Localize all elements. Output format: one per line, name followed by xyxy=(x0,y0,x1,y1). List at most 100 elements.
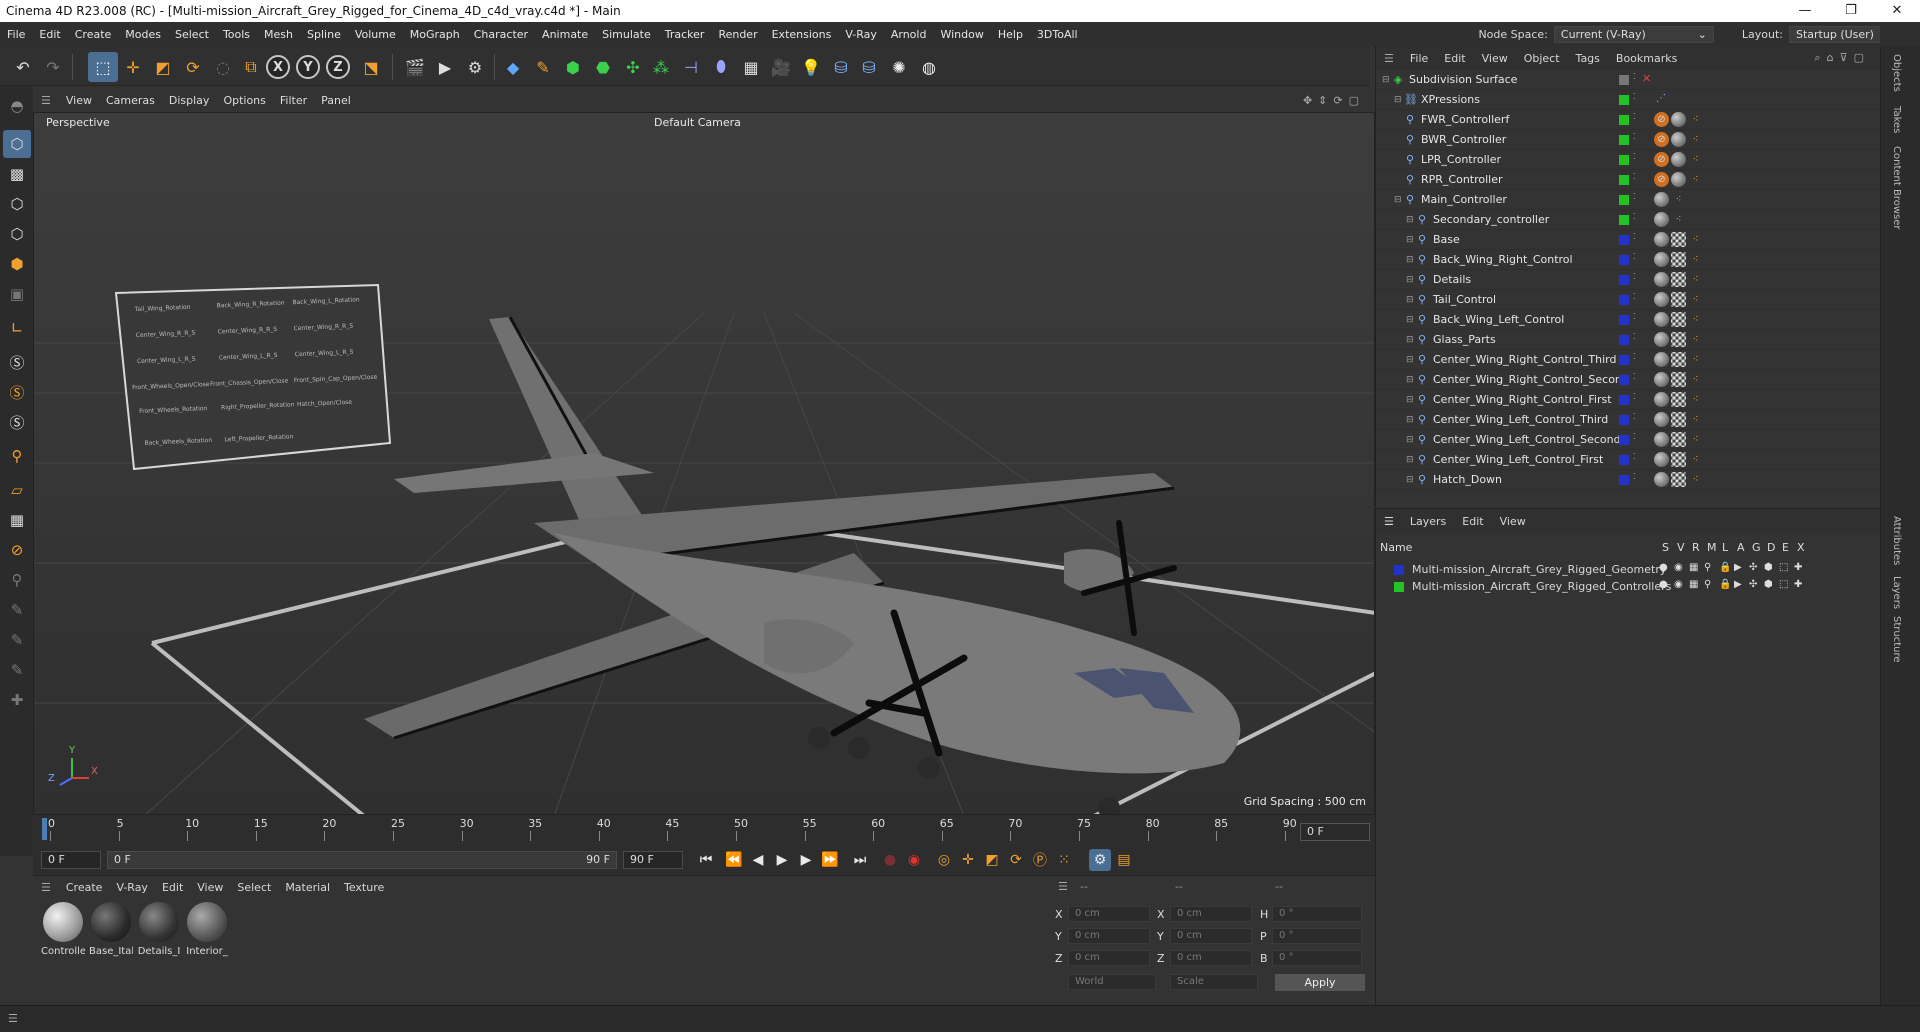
object-name[interactable]: FWR_Controllerf xyxy=(1421,113,1509,126)
texture-tag-icon[interactable] xyxy=(1671,372,1686,387)
key-point-level-icon[interactable]: ⁙ xyxy=(1053,849,1075,871)
rig-tag-icon[interactable]: ⁖ xyxy=(1688,112,1703,127)
menu-mesh[interactable]: Mesh xyxy=(257,28,300,41)
previous-frame-icon[interactable]: ◀ xyxy=(747,849,769,871)
quantize-icon[interactable]: Ⓢ xyxy=(3,408,31,436)
rig-tag-icon[interactable]: ⁖ xyxy=(1688,452,1703,467)
object-name[interactable]: Back_Wing_Left_Control xyxy=(1433,313,1564,326)
object-row[interactable]: ⊟ ⚲ Hatch_Down ⁚ ⁖ xyxy=(1376,470,1881,490)
viewport-navigation-icons[interactable]: ✥⇕⟳▢ xyxy=(1303,94,1365,107)
texture-tag-icon[interactable] xyxy=(1671,272,1686,287)
viewport-camera-name[interactable]: Default Camera xyxy=(654,116,741,129)
axis-z-lock-icon[interactable]: Z xyxy=(326,55,350,79)
generators-icon[interactable]: ✣ xyxy=(1749,579,1757,590)
globe-icon[interactable]: ◍ xyxy=(914,52,944,82)
xpresso-tag-icon[interactable]: ⋰ xyxy=(1656,93,1666,104)
expand-toggle-icon[interactable]: ⊟ xyxy=(1406,295,1416,305)
object-row[interactable]: ⊟ ⚲ Back_Wing_Left_Control ⁚ ⁖ xyxy=(1376,310,1881,330)
tab-objects[interactable]: Objects xyxy=(1891,54,1902,92)
menu-animate[interactable]: Animate xyxy=(535,28,595,41)
scale-tool-icon[interactable]: ◩ xyxy=(148,52,178,82)
python-script-2-icon[interactable]: ⛁ xyxy=(854,52,884,82)
layer-row[interactable]: Multi-mission_Aircraft_Grey_Rigged_Geome… xyxy=(1376,561,1881,578)
expand-toggle-icon[interactable]: ⊟ xyxy=(1394,95,1404,105)
object-name[interactable]: RPR_Controller xyxy=(1421,173,1503,186)
rotate-tool-icon[interactable]: ⟳ xyxy=(178,52,208,82)
material-tag-icon[interactable] xyxy=(1654,472,1669,487)
select-tool-icon[interactable]: ⬚ xyxy=(88,52,118,82)
tab-attributes[interactable]: Attributes xyxy=(1891,516,1902,565)
rig-tag-icon[interactable]: ⁖ xyxy=(1688,312,1703,327)
deformers-icon[interactable]: ⬢ xyxy=(1764,562,1773,573)
rig-tag-icon[interactable]: ⁖ xyxy=(1688,232,1703,247)
manager-icon[interactable]: ⚲ xyxy=(1704,579,1711,590)
object-name[interactable]: Center_Wing_Right_Control_First xyxy=(1433,393,1612,406)
layer-menu-layers[interactable]: Layers xyxy=(1402,515,1454,528)
position-y-field[interactable]: 0 cm xyxy=(1068,928,1150,944)
start-frame-field[interactable]: 0 F xyxy=(41,851,101,869)
next-key-icon[interactable]: ⏩ xyxy=(819,849,841,871)
menu-create[interactable]: Create xyxy=(68,28,119,41)
layer-color-swatch[interactable] xyxy=(1619,375,1629,385)
layer-color-swatch[interactable] xyxy=(1619,255,1629,265)
protection-tag-icon[interactable]: ⊘ xyxy=(1654,112,1669,127)
expand-toggle-icon[interactable]: ⊟ xyxy=(1406,435,1416,445)
redo-icon[interactable]: ↷ xyxy=(38,52,68,82)
keyframe-selection-icon[interactable]: ◎ xyxy=(933,849,955,871)
object-name[interactable]: BWR_Controller xyxy=(1421,133,1506,146)
node-space-dropdown[interactable]: Current (V-Ray) ⌄ xyxy=(1553,25,1714,43)
material-tag-icon[interactable] xyxy=(1671,132,1686,147)
material-tag-icon[interactable] xyxy=(1654,432,1669,447)
next-frame-icon[interactable]: ▶ xyxy=(795,849,817,871)
object-row[interactable]: ⊟ ⚲ Center_Wing_Right_Control_First ⁚ ⁖ xyxy=(1376,390,1881,410)
object-menu-tags[interactable]: Tags xyxy=(1568,52,1608,65)
rotation-p-field[interactable]: 0 ° xyxy=(1272,928,1362,944)
visibility-dots-icon[interactable]: ⁚ xyxy=(1633,253,1637,267)
layer-color-swatch[interactable] xyxy=(1619,175,1629,185)
material-tag-icon[interactable] xyxy=(1654,332,1669,347)
brush-icon[interactable]: ✎ xyxy=(3,596,31,624)
axis-x-lock-icon[interactable]: X xyxy=(266,55,290,79)
layer-color-swatch[interactable] xyxy=(1619,335,1629,345)
expressions-icon[interactable]: ⬚ xyxy=(1779,562,1788,573)
object-row[interactable]: ⊟ ⚲ Secondary_controller ⁚ ⁖ xyxy=(1376,210,1881,230)
menu-tracker[interactable]: Tracker xyxy=(658,28,712,41)
expand-toggle-icon[interactable]: ⊟ xyxy=(1406,355,1416,365)
rotation-h-field[interactable]: 0 ° xyxy=(1272,906,1362,922)
timeline-window-icon[interactable]: ▤ xyxy=(1113,849,1135,871)
render-settings-icon[interactable]: ⚙ xyxy=(460,52,490,82)
floor-environment-icon[interactable]: ▦ xyxy=(736,52,766,82)
expand-toggle-icon[interactable]: ⊟ xyxy=(1406,215,1416,225)
layer-color-swatch[interactable] xyxy=(1619,115,1629,125)
material-tag-icon[interactable] xyxy=(1654,192,1669,207)
protection-tag-icon[interactable]: ⊘ xyxy=(1654,172,1669,187)
field-icon[interactable]: ⬮ xyxy=(706,52,736,82)
expand-toggle-icon[interactable]: ⊟ xyxy=(1406,275,1416,285)
material-tag-icon[interactable] xyxy=(1671,172,1686,187)
size-z-field[interactable]: 0 cm xyxy=(1170,950,1252,966)
rig-tag-icon[interactable]: ⁖ xyxy=(1688,412,1703,427)
texture-tag-icon[interactable] xyxy=(1671,232,1686,247)
menu-simulate[interactable]: Simulate xyxy=(595,28,658,41)
expand-toggle-icon[interactable]: ⊟ xyxy=(1382,75,1392,85)
viewport-menu-options[interactable]: Options xyxy=(216,94,272,107)
render-view-icon[interactable]: 🎬 xyxy=(400,52,430,82)
object-name[interactable]: Base xyxy=(1433,233,1460,246)
visibility-dots-icon[interactable]: ⁚ xyxy=(1633,433,1637,447)
texture-tag-icon[interactable] xyxy=(1671,252,1686,267)
object-row[interactable]: ⚲ RPR_Controller ⁚ ⊘ ⁖ xyxy=(1376,170,1881,190)
rig-tag-icon[interactable]: ⁖ xyxy=(1688,172,1703,187)
uv-mode-icon[interactable]: ▣ xyxy=(3,280,31,308)
object-row[interactable]: ⊟ ⚲ Tail_Control ⁚ ⁖ xyxy=(1376,290,1881,310)
expressions-icon[interactable]: ⬚ xyxy=(1779,579,1788,590)
menu-edit[interactable]: Edit xyxy=(32,28,67,41)
tab-content-browser[interactable]: Content Browser xyxy=(1891,146,1902,229)
texture-tag-icon[interactable] xyxy=(1671,312,1686,327)
material-tag-icon[interactable] xyxy=(1654,452,1669,467)
tab-structure[interactable]: Structure xyxy=(1891,616,1902,663)
key-parameter-icon[interactable]: Ⓟ xyxy=(1029,849,1051,871)
visibility-dots-icon[interactable]: ⁚ xyxy=(1633,313,1637,327)
object-row[interactable]: ⊟ ⚲ Center_Wing_Left_Control_Third ⁚ ⁖ xyxy=(1376,410,1881,430)
rig-tag-icon[interactable]: ⁖ xyxy=(1688,332,1703,347)
disabled-check-icon[interactable]: ✕ xyxy=(1642,72,1651,85)
